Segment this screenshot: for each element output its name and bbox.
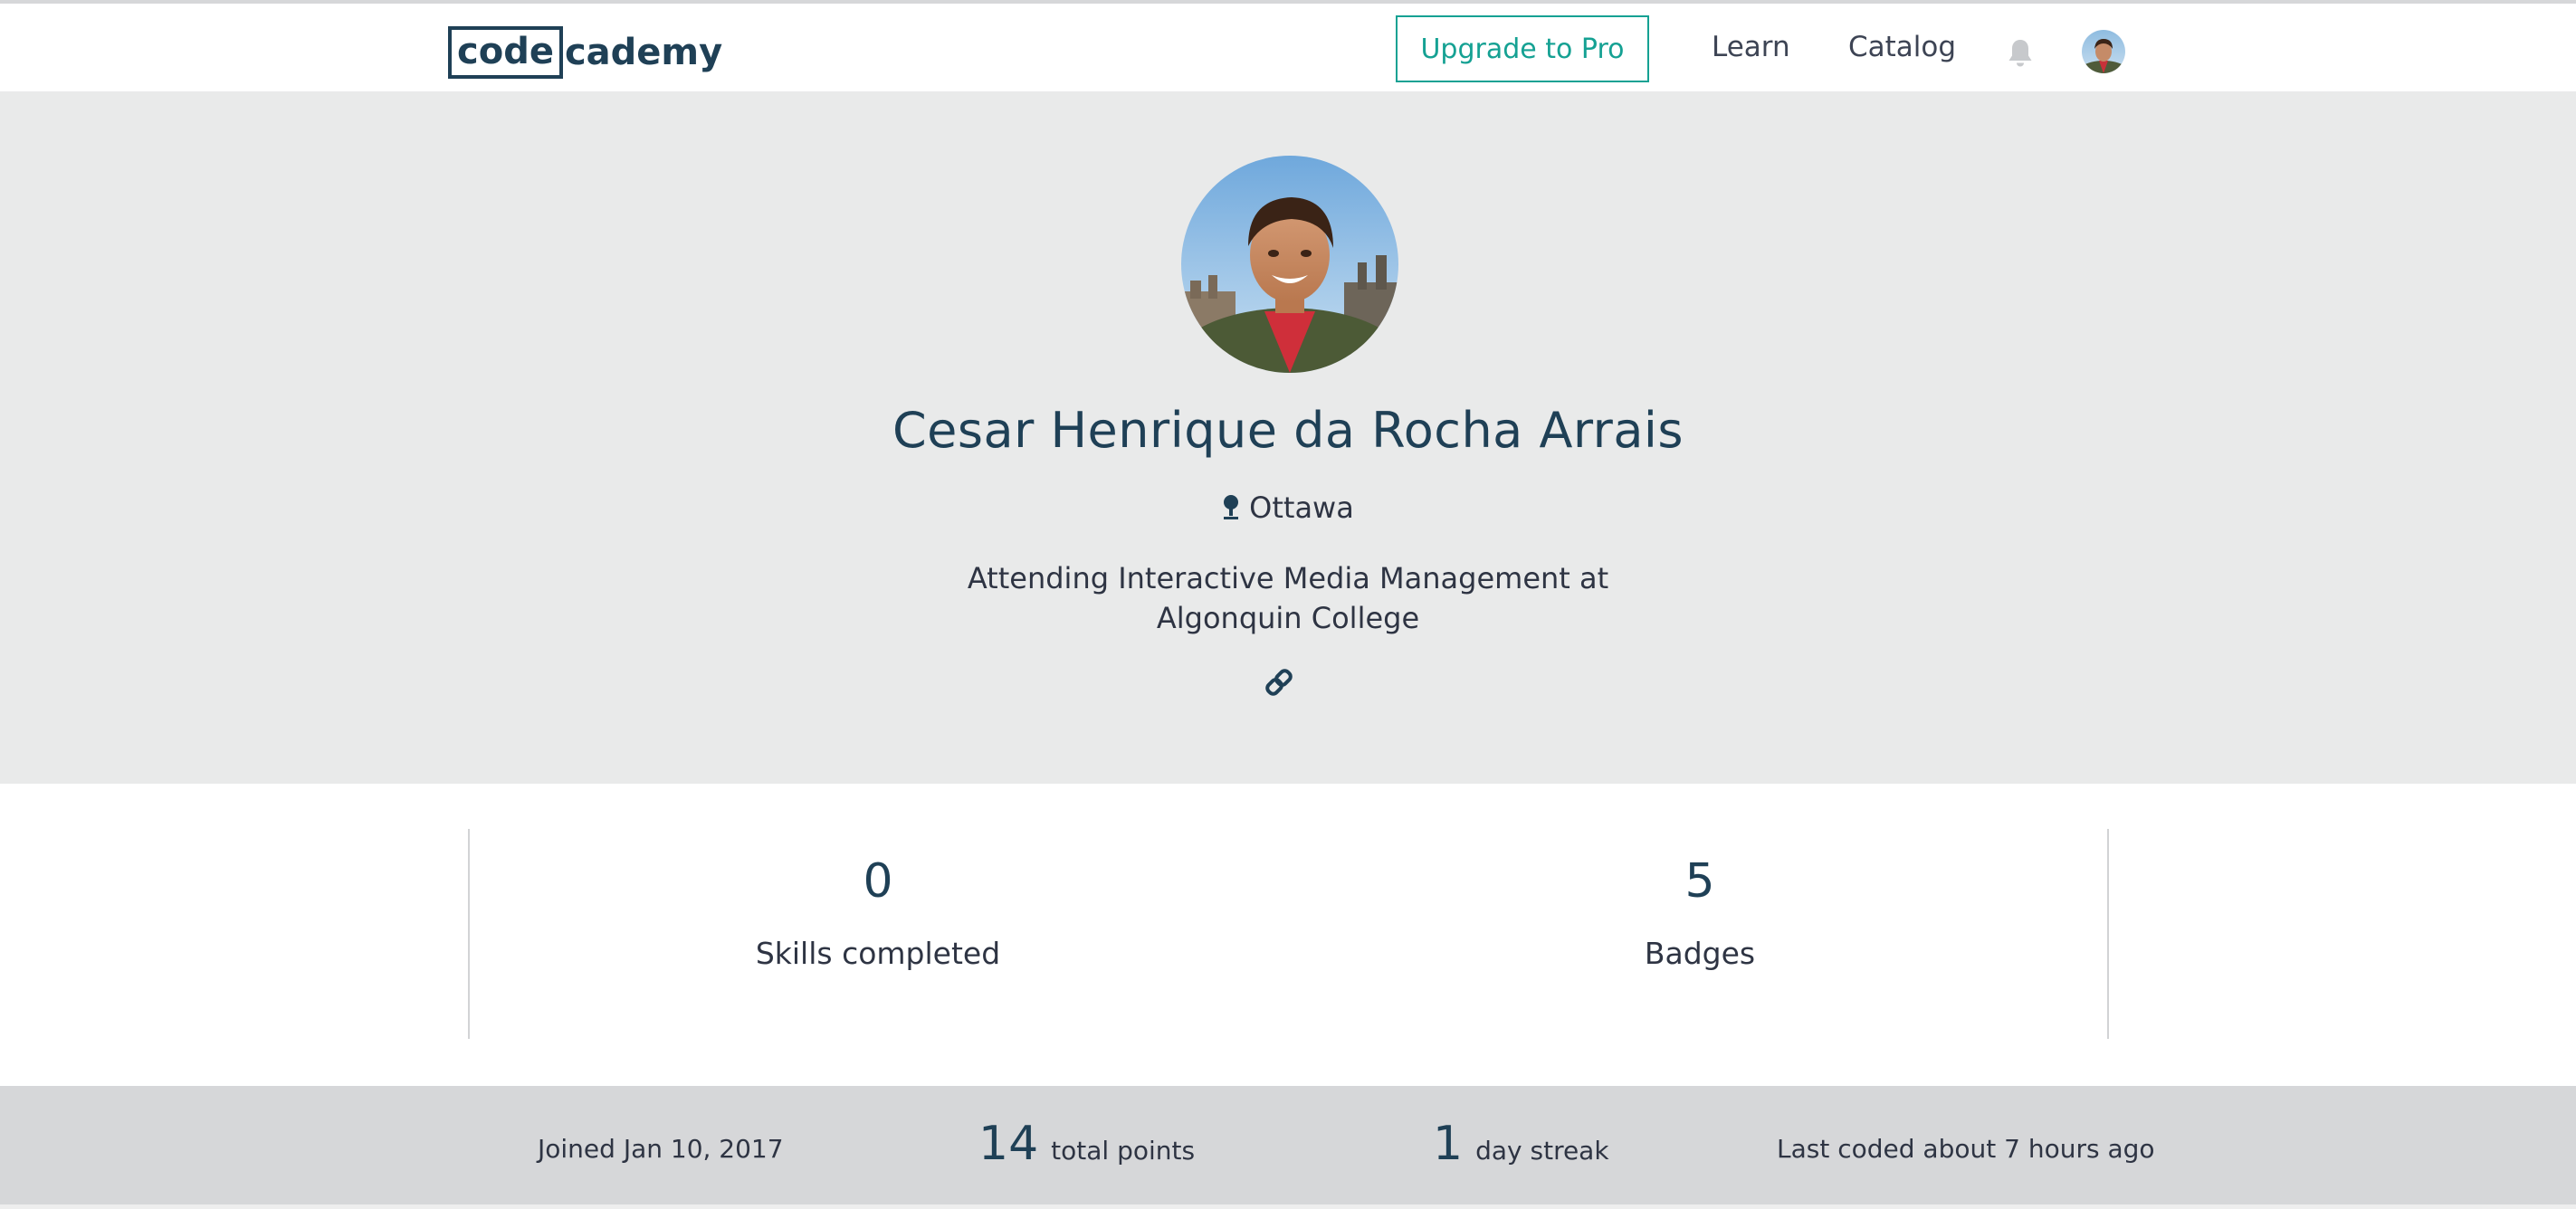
stat-badges[interactable]: 5 Badges [1474, 858, 1926, 971]
logo-boxed-text: code [448, 26, 563, 79]
stat-value: 0 [863, 854, 893, 909]
link-icon[interactable] [1263, 666, 1295, 699]
stat-label: Badges [1644, 936, 1756, 971]
profile-location: Ottawa [0, 490, 2576, 525]
last-coded: Last coded about 7 hours ago [1777, 1134, 2155, 1164]
points-label: total points [1051, 1136, 1196, 1166]
stats-panel: 0 Skills completed 5 Badges [0, 784, 2576, 1086]
last-coded-text: Last coded about 7 hours ago [1777, 1134, 2155, 1164]
stats-divider-right [2107, 829, 2109, 1039]
streak-label: day streak [1475, 1136, 1609, 1166]
location-text: Ottawa [1249, 490, 1354, 525]
profile-header: Cesar Henrique da Rocha Arrais Ottawa At… [0, 92, 2576, 784]
top-navigation: code cademy Upgrade to Pro Learn Catalog [0, 4, 2576, 92]
joined-text: Joined Jan 10, 2017 [538, 1134, 784, 1164]
profile-photo [1181, 156, 1398, 373]
profile-bio: Attending Interactive Media Management a… [967, 561, 1609, 635]
total-points: 14 total points [978, 1120, 1195, 1167]
nav-learn-link[interactable]: Learn [1712, 31, 1790, 63]
bottom-border [0, 1204, 2576, 1209]
day-streak: 1 day streak [1433, 1120, 1609, 1167]
joined-date: Joined Jan 10, 2017 [538, 1134, 784, 1164]
logo-text: cademy [564, 32, 723, 73]
stat-label: Skills completed [755, 936, 1001, 971]
profile-name: Cesar Henrique da Rocha Arrais [892, 402, 1684, 459]
streak-value: 1 [1433, 1117, 1464, 1171]
map-pin-icon [1224, 495, 1239, 519]
upgrade-to-pro-button[interactable]: Upgrade to Pro [1396, 15, 1649, 82]
stat-skills-completed: 0 Skills completed [652, 858, 1104, 971]
stats-divider-left [468, 829, 470, 1039]
stat-value: 5 [1684, 854, 1715, 909]
nav-catalog-link[interactable]: Catalog [1848, 31, 1956, 63]
points-value: 14 [978, 1117, 1039, 1171]
bell-icon[interactable] [2006, 37, 2035, 70]
codecademy-logo[interactable]: code cademy [448, 26, 722, 79]
activity-bar: Joined Jan 10, 2017 14 total points 1 da… [0, 1086, 2576, 1209]
account-avatar[interactable] [2082, 30, 2125, 73]
